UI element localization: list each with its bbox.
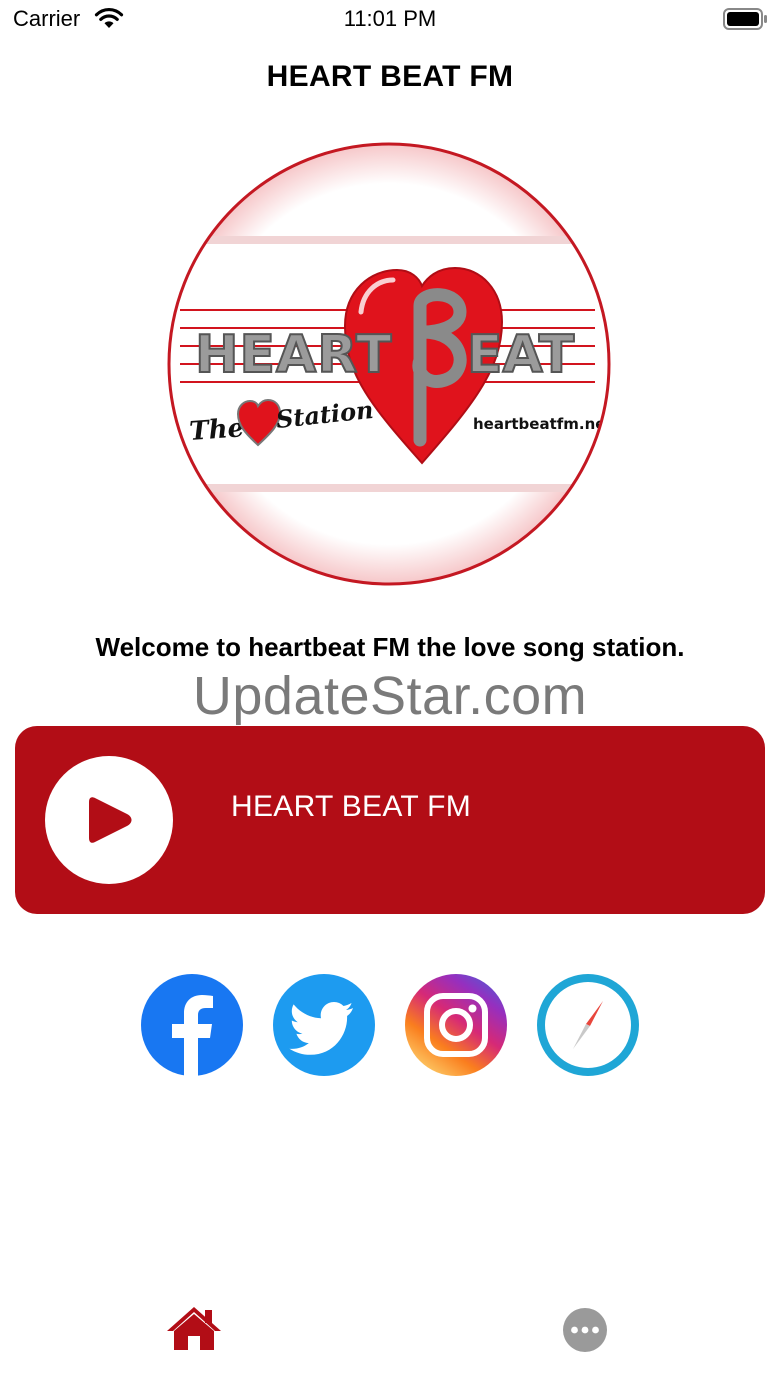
instagram-button[interactable] xyxy=(405,974,507,1076)
play-button[interactable] xyxy=(45,756,173,884)
svg-text:heartbeatfm.net: heartbeatfm.net xyxy=(473,415,613,433)
status-time: 11:01 PM xyxy=(343,6,437,31)
twitter-button[interactable] xyxy=(273,974,375,1076)
station-logo: HEART EAT The Station heartbeatfm.net xyxy=(165,140,613,588)
battery-icon xyxy=(723,8,769,35)
svg-text:HEART: HEART xyxy=(195,325,392,385)
facebook-icon xyxy=(141,974,243,1076)
compass-icon xyxy=(537,974,639,1076)
tab-more[interactable] xyxy=(555,1300,615,1360)
website-button[interactable] xyxy=(537,974,639,1076)
player-card: HEART BEAT FM xyxy=(15,726,765,914)
twitter-icon xyxy=(273,974,375,1076)
page-title: HEART BEAT FM xyxy=(266,60,514,93)
svg-text:EAT: EAT xyxy=(467,325,575,385)
status-bar: Carrier 11:01 PM xyxy=(0,0,780,40)
welcome-message: Welcome to heartbeat FM the love song st… xyxy=(95,632,685,662)
play-icon xyxy=(89,797,132,843)
facebook-button[interactable] xyxy=(141,974,243,1076)
svg-text:The: The xyxy=(188,413,245,447)
tab-home[interactable] xyxy=(164,1300,224,1360)
more-icon xyxy=(563,1308,607,1352)
station-name: HEART BEAT FM xyxy=(231,790,472,823)
instagram-icon xyxy=(405,974,507,1076)
home-icon xyxy=(167,1307,221,1350)
watermark: UpdateStar.com xyxy=(192,666,588,726)
